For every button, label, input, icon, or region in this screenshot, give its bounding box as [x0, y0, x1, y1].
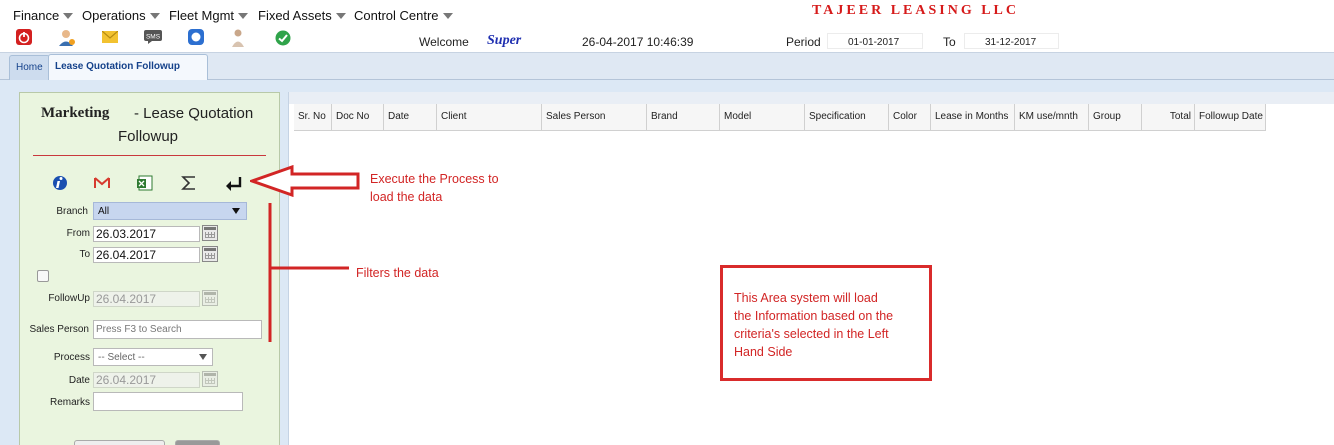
- to-label: To: [79, 249, 90, 260]
- menu-finance[interactable]: Finance: [13, 8, 74, 23]
- column-header-total[interactable]: Total: [1142, 104, 1195, 131]
- mail-icon[interactable]: [101, 30, 119, 47]
- process-select[interactable]: -- Select --: [93, 348, 213, 366]
- calendar-icon[interactable]: [202, 246, 218, 262]
- chevron-down-icon: [335, 12, 346, 19]
- column-header-lease-months[interactable]: Lease in Months: [931, 104, 1015, 131]
- calendar-icon[interactable]: [202, 371, 218, 387]
- tab-home[interactable]: Home: [9, 55, 50, 80]
- followup-checkbox[interactable]: [37, 270, 49, 282]
- user-name: Super: [487, 33, 522, 48]
- chevron-down-icon: [149, 12, 160, 19]
- execute-icon[interactable]: [224, 174, 242, 192]
- calendar-icon[interactable]: [202, 225, 218, 241]
- column-header-sr-no[interactable]: Sr. No: [294, 104, 332, 131]
- followup-date-field[interactable]: 26.04.2017: [93, 291, 200, 307]
- period-to-label: To: [943, 35, 956, 49]
- column-header-color[interactable]: Color: [889, 104, 931, 131]
- tab-lease-quotation-followup[interactable]: Lease Quotation Followup: [48, 54, 208, 80]
- column-header-group[interactable]: Group: [1089, 104, 1142, 131]
- person-icon[interactable]: [231, 29, 247, 47]
- menu-control-centre[interactable]: Control Centre: [354, 8, 453, 23]
- chevron-down-icon: [199, 354, 207, 360]
- column-header-brand[interactable]: Brand: [647, 104, 720, 131]
- process-label: Process: [53, 352, 90, 363]
- to-date-field[interactable]: 26.04.2017: [93, 247, 200, 263]
- company-name: TAJEER LEASING LLC: [812, 3, 1020, 18]
- info-icon[interactable]: [51, 174, 69, 192]
- column-header-followup-date[interactable]: Followup Date: [1195, 104, 1266, 131]
- remarks-input[interactable]: [93, 392, 243, 411]
- column-header-date[interactable]: Date: [384, 104, 437, 131]
- panel-title-line2: Followup: [118, 128, 179, 145]
- check-icon[interactable]: [275, 30, 291, 46]
- filters-annotation: Filters the data: [356, 266, 439, 280]
- execute-arrow: [250, 165, 360, 197]
- column-header-doc-no[interactable]: Doc No: [332, 104, 384, 131]
- panel-button[interactable]: [175, 440, 220, 445]
- remarks-label: Remarks: [49, 397, 90, 408]
- chat-icon[interactable]: [188, 29, 204, 45]
- grid-toolbar: [289, 92, 1334, 104]
- panel-button[interactable]: [74, 440, 165, 445]
- date-label: Date: [68, 375, 90, 386]
- menu-operations[interactable]: Operations: [82, 8, 160, 23]
- column-header-client[interactable]: Client: [437, 104, 542, 131]
- chevron-down-icon: [442, 12, 453, 19]
- sms-icon[interactable]: SMS: [144, 30, 162, 46]
- column-header-model[interactable]: Model: [720, 104, 805, 131]
- excel-icon[interactable]: [136, 174, 154, 192]
- sum-icon[interactable]: [180, 174, 198, 192]
- user-settings-icon[interactable]: [58, 29, 75, 46]
- execute-annotation: Execute the Process to load the data: [370, 172, 499, 204]
- menu-bar: Finance Operations Fleet Mgmt Fixed Asse…: [0, 0, 1334, 28]
- branch-label: Branch: [56, 206, 88, 217]
- period-label: Period: [786, 35, 821, 49]
- gmail-icon[interactable]: [93, 174, 111, 192]
- menu-fleet-mgmt[interactable]: Fleet Mgmt: [169, 8, 249, 23]
- from-label: From: [66, 228, 90, 239]
- sales-person-input[interactable]: Press F3 to Search: [93, 320, 262, 339]
- column-header-km-use[interactable]: KM use/mnth: [1015, 104, 1089, 131]
- current-datetime: 26-04-2017 10:46:39: [582, 35, 694, 49]
- title-divider: [33, 155, 266, 156]
- followup-label: FollowUp: [48, 293, 90, 304]
- welcome-label: Welcome: [419, 35, 469, 49]
- chevron-down-icon: [232, 208, 240, 214]
- calendar-icon[interactable]: [202, 290, 218, 306]
- column-header-specification[interactable]: Specification: [805, 104, 889, 131]
- menu-fixed-assets[interactable]: Fixed Assets: [258, 8, 346, 23]
- chevron-down-icon: [238, 12, 249, 19]
- chevron-down-icon: [63, 12, 74, 19]
- period-to-field[interactable]: 31-12-2017: [964, 33, 1059, 49]
- column-header-sales-person[interactable]: Sales Person: [542, 104, 647, 131]
- info-area-annotation: This Area system will load the Informati…: [734, 291, 894, 359]
- filters-bracket: [268, 203, 349, 342]
- branch-select[interactable]: All: [93, 202, 247, 220]
- power-icon[interactable]: [16, 29, 32, 45]
- process-date-field[interactable]: 26.04.2017: [93, 372, 200, 388]
- from-date-field[interactable]: 26.03.2017: [93, 226, 200, 242]
- sales-person-label: Sales Person: [29, 324, 89, 335]
- svg-text:SMS: SMS: [146, 34, 161, 41]
- panel-title: - Lease Quotation: [134, 105, 254, 122]
- period-from-field[interactable]: 01-01-2017: [827, 33, 923, 49]
- panel-title-module: Marketing: [41, 105, 110, 121]
